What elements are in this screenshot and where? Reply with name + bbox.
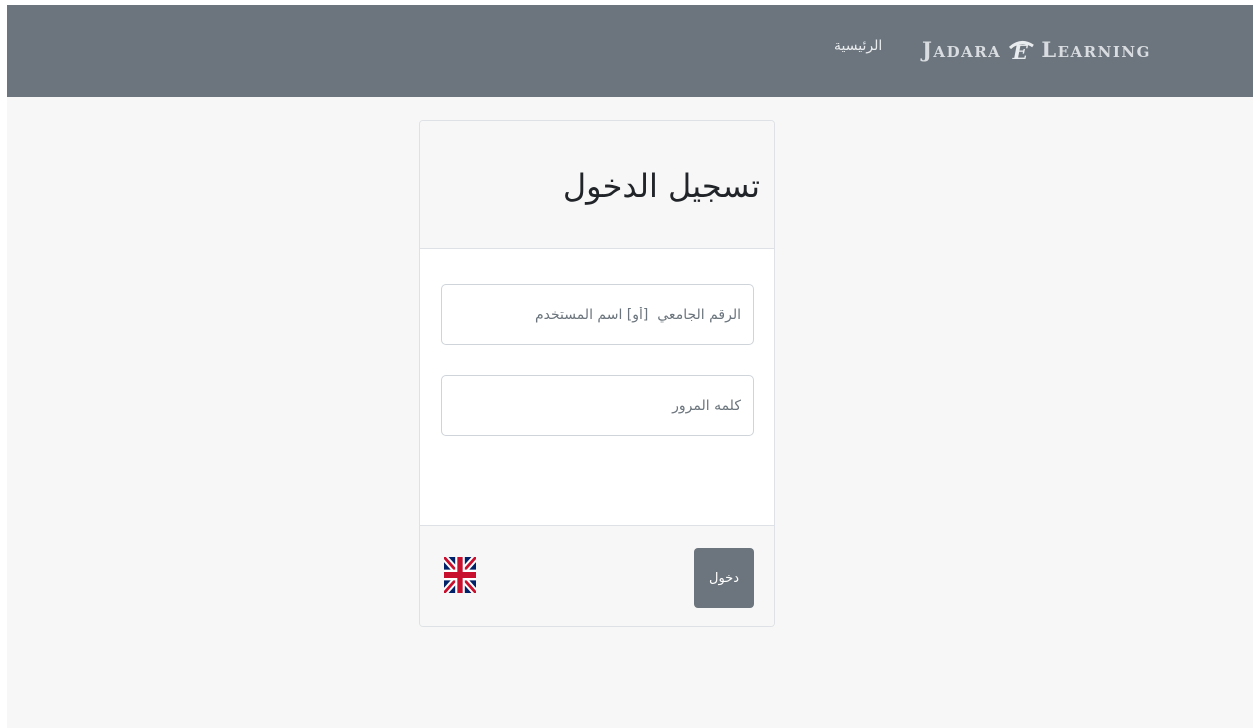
username-input[interactable] bbox=[441, 284, 754, 345]
e-logo-icon: e bbox=[1007, 34, 1035, 64]
brand-word-learning: Learning bbox=[1041, 36, 1151, 62]
login-card: تسجيل الدخول دخول bbox=[419, 120, 775, 627]
login-button[interactable]: دخول bbox=[694, 548, 754, 608]
svg-text:e: e bbox=[1012, 34, 1030, 64]
page: Jadara e Learning الرئيسية تسجيل الدخول … bbox=[0, 0, 1253, 728]
login-title: تسجيل الدخول bbox=[562, 167, 760, 205]
brand-logo[interactable]: Jadara e Learning bbox=[922, 34, 1151, 64]
login-card-footer: دخول bbox=[420, 525, 774, 626]
uk-flag-icon[interactable] bbox=[444, 557, 476, 593]
nav-home-link[interactable]: الرئيسية bbox=[834, 38, 882, 54]
password-input[interactable] bbox=[441, 375, 754, 436]
brand-word-jadara: Jadara bbox=[922, 36, 1002, 62]
login-card-header: تسجيل الدخول bbox=[420, 121, 774, 249]
